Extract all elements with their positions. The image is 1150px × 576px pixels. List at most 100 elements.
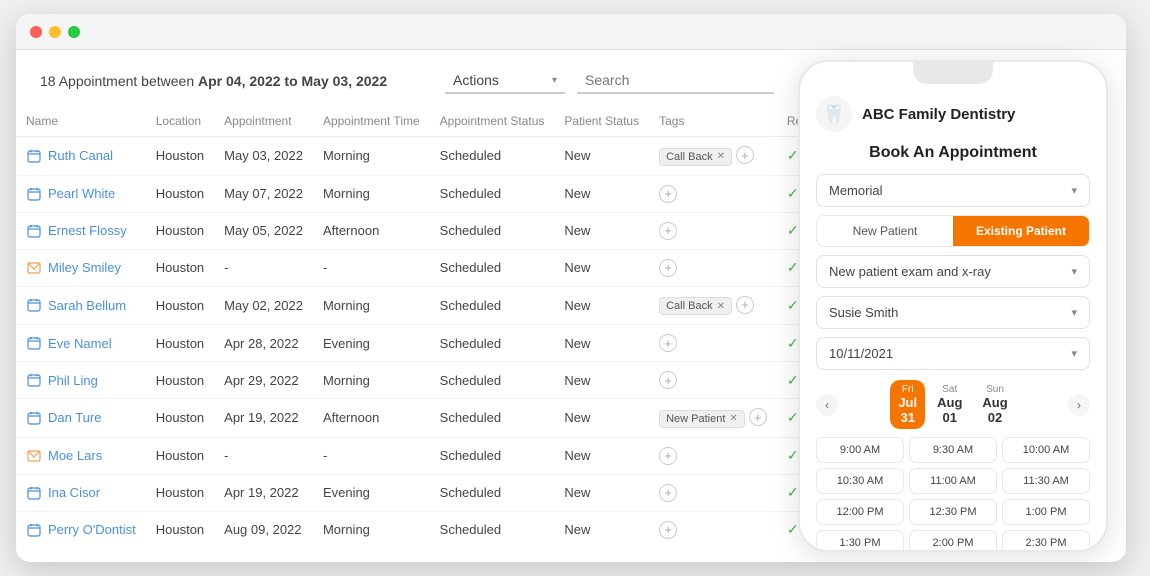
appointment-cell: May 07, 2022: [214, 175, 313, 212]
tags-cell: New Patient✕+: [649, 399, 777, 438]
col-appointment: Appointment: [214, 106, 313, 137]
check-icons: ✓✓: [787, 335, 798, 352]
check-icons: ✓✓: [787, 259, 798, 276]
tag-label: Call Back: [666, 151, 712, 163]
add-tag-button[interactable]: +: [749, 408, 767, 426]
time-slot[interactable]: 11:30 AM: [1002, 468, 1090, 494]
patient-name[interactable]: Perry O'Dontist: [48, 522, 136, 537]
appt-status-cell: Scheduled: [430, 286, 555, 325]
appt-time-cell: Morning: [313, 511, 430, 545]
calendar-day[interactable]: SatAug01: [929, 380, 970, 429]
add-tag-button[interactable]: +: [659, 334, 677, 352]
next-arrow[interactable]: ›: [1068, 394, 1090, 416]
patient-name[interactable]: Dan Ture: [48, 410, 101, 425]
add-tag-button[interactable]: +: [659, 222, 677, 240]
table-row: Dan TureHoustonApr 19, 2022AfternoonSche…: [16, 399, 798, 438]
location-select[interactable]: Memorial ▾: [816, 174, 1090, 207]
patient-name-cell: Phil Ling: [16, 362, 146, 399]
day-num: Jul31: [898, 395, 917, 425]
time-slot[interactable]: 10:00 AM: [1002, 437, 1090, 463]
patient-name-cell: Pearl White: [16, 175, 146, 212]
prev-arrow[interactable]: ‹: [816, 394, 838, 416]
appt-status-cell: Scheduled: [430, 511, 555, 545]
patient-name[interactable]: Phil Ling: [48, 373, 98, 388]
appt-time-cell: Morning: [313, 137, 430, 176]
time-slot[interactable]: 9:30 AM: [909, 437, 997, 463]
time-slot[interactable]: 1:30 PM: [816, 530, 904, 550]
check-icons: ✓✓: [787, 447, 798, 464]
maximize-button[interactable]: [68, 26, 80, 38]
calendar-icon: [26, 223, 42, 239]
patient-name[interactable]: Miley Smiley: [48, 260, 121, 275]
add-tag-button[interactable]: +: [659, 185, 677, 203]
time-slot[interactable]: 2:00 PM: [909, 530, 997, 550]
check-icon-1: ✓: [787, 147, 798, 164]
patient-name[interactable]: Moe Lars: [48, 448, 102, 463]
col-location: Location: [146, 106, 214, 137]
time-slot[interactable]: 12:30 PM: [909, 499, 997, 525]
calendar-icon: [26, 335, 42, 351]
appt-status-cell: Scheduled: [430, 137, 555, 176]
col-appt-status: Appointment Status: [430, 106, 555, 137]
date-select[interactable]: 10/11/2021 ▾: [816, 337, 1090, 370]
check-icons: ✓✓: [787, 372, 798, 389]
appt-time-cell: Evening: [313, 325, 430, 362]
add-tag-button[interactable]: +: [659, 484, 677, 502]
widget-title: Book An Appointment: [816, 144, 1090, 162]
appt-status-cell: Scheduled: [430, 175, 555, 212]
close-button[interactable]: [30, 26, 42, 38]
tag-remove-button[interactable]: ✕: [717, 151, 725, 162]
read-cell: ✓✓: [777, 286, 798, 325]
check-icons: ✓✓: [787, 484, 798, 501]
calendar-day[interactable]: SunAug02: [974, 380, 1015, 429]
service-select[interactable]: New patient exam and x-ray ▾: [816, 255, 1090, 288]
day-num: Aug02: [982, 395, 1007, 425]
time-slot[interactable]: 1:00 PM: [1002, 499, 1090, 525]
time-slot[interactable]: 12:00 PM: [816, 499, 904, 525]
patient-name[interactable]: Ruth Canal: [48, 148, 113, 163]
patient-name[interactable]: Ina Cisor: [48, 485, 100, 500]
calendar-day[interactable]: FriJul31: [890, 380, 925, 429]
tags-cell: +: [649, 249, 777, 286]
check-icon-1: ✓: [787, 372, 798, 389]
read-cell: ✓✓: [777, 137, 798, 176]
tag-remove-button[interactable]: ✕: [717, 301, 725, 312]
search-input[interactable]: [577, 68, 774, 94]
patient-name-cell: Perry O'Dontist: [16, 511, 146, 545]
new-patient-toggle[interactable]: New Patient: [817, 216, 953, 246]
time-slot[interactable]: 10:30 AM: [816, 468, 904, 494]
provider-select[interactable]: Susie Smith ▾: [816, 296, 1090, 329]
check-icons: ✓✓: [787, 409, 798, 426]
time-slot[interactable]: 11:00 AM: [909, 468, 997, 494]
day-num: Aug01: [937, 395, 962, 425]
location-cell: Houston: [146, 175, 214, 212]
check-icons: ✓✓: [787, 521, 798, 538]
patient-name[interactable]: Eve Namel: [48, 336, 112, 351]
patient-name-cell: Moe Lars: [16, 437, 146, 474]
add-tag-button[interactable]: +: [736, 146, 754, 164]
day-name: Sun: [982, 384, 1007, 395]
add-tag-button[interactable]: +: [659, 521, 677, 539]
minimize-button[interactable]: [49, 26, 61, 38]
add-tag-button[interactable]: +: [659, 259, 677, 277]
chevron-down-icon: ▾: [1071, 306, 1077, 319]
appt-time-cell: Morning: [313, 286, 430, 325]
tag-badge: New Patient✕: [659, 410, 745, 428]
patient-name[interactable]: Pearl White: [48, 186, 115, 201]
patient-name-cell: Eve Namel: [16, 325, 146, 362]
patient-name[interactable]: Ernest Flossy: [48, 223, 127, 238]
appointment-cell: -: [214, 249, 313, 286]
existing-patient-toggle[interactable]: Existing Patient: [953, 216, 1089, 246]
tag-remove-button[interactable]: ✕: [729, 413, 737, 424]
add-tag-button[interactable]: +: [659, 371, 677, 389]
read-cell: ✓✓: [777, 175, 798, 212]
calendar-icon: [26, 148, 42, 164]
calendar-icon: [26, 522, 42, 538]
add-tag-button[interactable]: +: [659, 447, 677, 465]
time-slot[interactable]: 9:00 AM: [816, 437, 904, 463]
table-row: Moe LarsHouston--ScheduledNew+✓✓: [16, 437, 798, 474]
add-tag-button[interactable]: +: [736, 296, 754, 314]
actions-dropdown[interactable]: Actions ▾: [445, 68, 565, 94]
patient-name[interactable]: Sarah Bellum: [48, 298, 126, 313]
time-slot[interactable]: 2:30 PM: [1002, 530, 1090, 550]
